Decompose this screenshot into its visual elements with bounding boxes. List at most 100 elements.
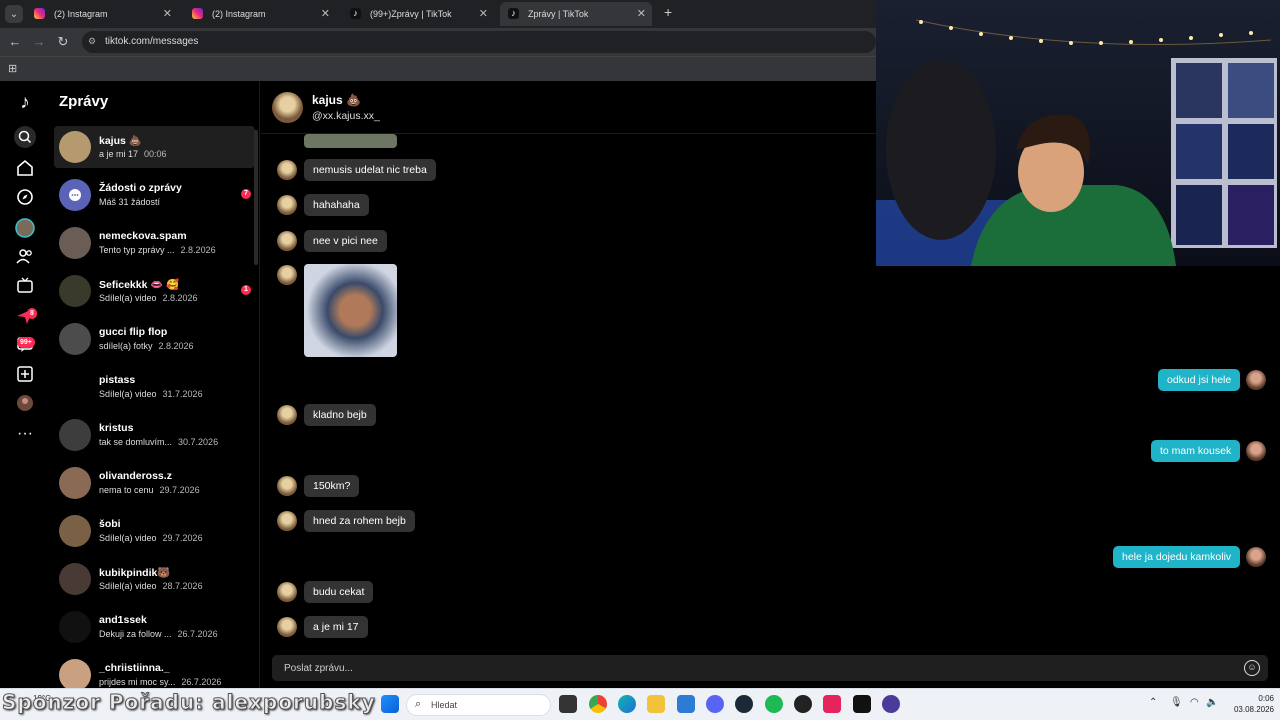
conversation-name: _chriistiinna._ [99, 662, 170, 674]
conversation-item[interactable]: šobi Sdílel(a) video 29.7.2026 [54, 510, 255, 552]
avatar [59, 563, 91, 595]
avatar[interactable] [1246, 370, 1266, 390]
reload-icon[interactable]: ↻ [53, 32, 73, 52]
chat-avatar[interactable] [272, 92, 303, 123]
close-tab-icon[interactable]: ✕ [637, 2, 646, 26]
message-input[interactable] [272, 655, 1232, 681]
chevron-up-icon[interactable]: ⌃ [1149, 697, 1157, 708]
avatar[interactable] [277, 265, 297, 285]
taskbar-clock[interactable]: 0:06 03.08.2026 [1222, 693, 1274, 715]
conversation-name: gucci flip flop [99, 326, 168, 338]
home-icon[interactable] [13, 159, 37, 183]
message-bubble[interactable]: 150km? [304, 475, 360, 497]
inbox-badge: 8 [27, 308, 37, 319]
conversation-item[interactable]: nemeckova.spam Tento typ zprávy ... 2.8.20… [54, 222, 255, 264]
avatar [59, 419, 91, 451]
message-bubble[interactable]: kladno bejb [304, 404, 376, 426]
obs-icon[interactable] [794, 695, 812, 713]
chrome-icon[interactable] [589, 695, 607, 713]
conversation-item[interactable]: Žádosti o zprávy Máš 31 žádostí 7 [54, 174, 255, 216]
conversation-item[interactable]: kajus 💩 a je mi 17 00:06 [54, 126, 255, 168]
avatar[interactable] [277, 476, 297, 496]
search-icon[interactable] [13, 125, 37, 149]
upload-icon[interactable] [13, 365, 37, 389]
tiktok-logo-icon[interactable]: ♪ [13, 91, 37, 115]
spotify-icon[interactable] [765, 695, 783, 713]
avatar[interactable] [277, 582, 297, 602]
tiktok-app-icon[interactable] [823, 695, 841, 713]
conversation-item[interactable]: Seficekkk 👄 🥰 Sdílel(a) video 2.8.2026 1 [54, 270, 255, 312]
conversation-item[interactable]: kubikpindik🐻 Sdílel(a) video 28.7.2026 [54, 558, 255, 600]
close-tab-icon[interactable]: ✕ [321, 2, 330, 26]
message-bubble[interactable]: hned za rohem bejb [304, 510, 415, 532]
image-message[interactable] [304, 264, 397, 357]
calculator-icon[interactable] [677, 695, 695, 713]
conversation-item[interactable]: _chriistiinna._ prijdes mi moc sy... 26.7.… [54, 654, 255, 688]
conversation-scrollbar[interactable] [254, 130, 258, 265]
message-bubble[interactable]: hele ja dojedu kamkoliv [1113, 546, 1241, 568]
friends-icon[interactable] [13, 247, 37, 271]
message-bubble[interactable]: nemusis udelat nic treba [304, 159, 436, 181]
explore-icon[interactable] [13, 188, 37, 212]
conversation-preview-line: Sdílel(a) video 31.7.2026 [99, 389, 203, 399]
conversation-preview-line: Sdílel(a) video 28.7.2026 [99, 581, 203, 591]
steam-icon[interactable] [735, 695, 753, 713]
chat-name[interactable]: kajus 💩 [312, 93, 361, 107]
message-bubble[interactable]: a je mi 17 [304, 616, 368, 638]
app-icon[interactable] [882, 695, 900, 713]
message-bubble[interactable]: nee v pici nee [304, 230, 387, 252]
tab-instagram-1[interactable]: (2) Instagram ✕ [26, 2, 178, 26]
avatar [59, 611, 91, 643]
tab-instagram-2[interactable]: (2) Instagram ✕ [184, 2, 336, 26]
tab-tiktok-active[interactable]: ♪ Zprávy | TikTok ✕ [500, 2, 652, 26]
avatar[interactable] [1246, 441, 1266, 461]
file-explorer-icon[interactable] [647, 695, 665, 713]
more-icon[interactable]: ··· [13, 422, 37, 446]
avatar[interactable] [277, 195, 297, 215]
site-info-icon[interactable]: ⚙ [88, 36, 100, 48]
avatar[interactable] [277, 405, 297, 425]
avatar[interactable] [277, 511, 297, 531]
conversation-preview: Sdílel(a) video [99, 581, 157, 591]
conversation-name: pistass [99, 374, 136, 386]
bookmark-bar: ⊞ [0, 56, 876, 81]
following-avatar-icon[interactable] [13, 218, 37, 242]
conversation-item[interactable]: and1ssek Dekuji za follow ... 26.7.2026 [54, 606, 255, 648]
new-tab-button[interactable]: + [664, 4, 672, 20]
avatar[interactable] [277, 160, 297, 180]
tab-search-button[interactable]: ⌄ [5, 5, 23, 23]
conversation-item[interactable]: kristus tak se domluvím... 30.7.2026 [54, 414, 255, 456]
message-bubble[interactable]: odkud jsi hele [1158, 369, 1241, 391]
wifi-icon[interactable]: ◠ [1190, 697, 1199, 708]
start-windows-icon[interactable] [381, 695, 399, 713]
address-bar[interactable]: ⚙ tiktok.com/messages [82, 31, 876, 53]
conversation-item[interactable]: gucci flip flop sdílel(a) fotky 2.8.2026 [54, 318, 255, 360]
tab-tiktok-1[interactable]: ♪ (99+)Zprávy | TikTok ✕ [342, 2, 494, 26]
forward-icon[interactable]: → [29, 32, 49, 52]
back-icon[interactable]: ← [5, 32, 25, 52]
close-tab-icon[interactable]: ✕ [479, 2, 488, 26]
task-view-icon[interactable] [559, 695, 577, 713]
conversation-item[interactable]: olivandeross.z nema to cenu 29.7.2026 [54, 462, 255, 504]
message-bubble[interactable]: to mam kousek [1151, 440, 1241, 462]
conversation-name: kristus [99, 422, 134, 434]
avatar[interactable] [277, 617, 297, 637]
chat-handle[interactable]: @xx.kajus.xx_ [312, 110, 380, 122]
capcut-icon[interactable] [853, 695, 871, 713]
volume-icon[interactable]: 🔈 [1206, 697, 1218, 708]
live-icon[interactable] [13, 277, 37, 301]
apps-grid-icon[interactable]: ⊞ [8, 62, 20, 75]
profile-avatar-icon[interactable] [13, 394, 37, 418]
partial-image-message[interactable] [304, 134, 397, 148]
taskbar-search[interactable]: ⌕ Hledat [406, 694, 551, 716]
conversation-item[interactable]: pistass Sdílel(a) video 31.7.2026 [54, 366, 255, 408]
avatar[interactable] [1246, 547, 1266, 567]
emoji-icon[interactable]: ☺ [1244, 660, 1260, 676]
message-bubble[interactable]: hahahaha [304, 194, 369, 216]
avatar[interactable] [277, 231, 297, 251]
edge-icon[interactable] [618, 695, 636, 713]
close-tab-icon[interactable]: ✕ [163, 2, 172, 26]
message-bubble[interactable]: budu cekat [304, 581, 374, 603]
discord-icon[interactable] [706, 695, 724, 713]
microphone-icon[interactable]: 🎙 [1170, 697, 1183, 708]
